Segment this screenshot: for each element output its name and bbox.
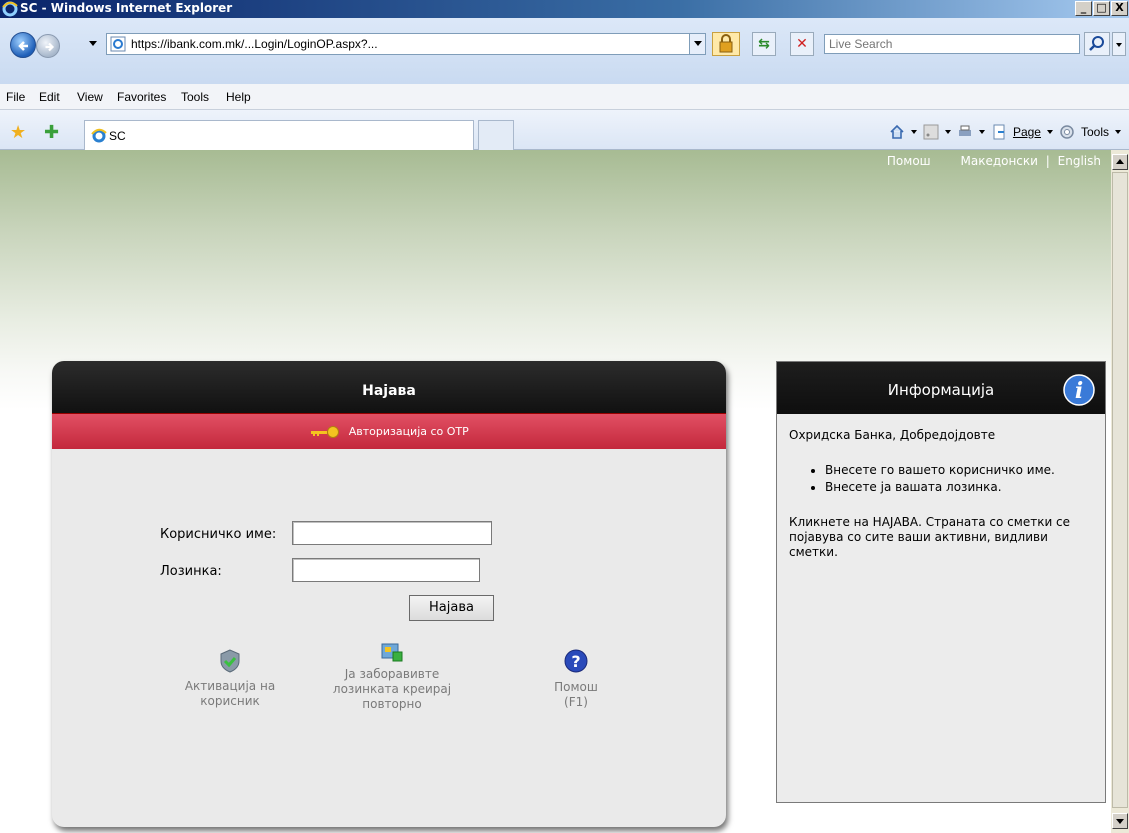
info-panel: Информација i Охридска Банка, Добредојдо… [776,361,1106,803]
minimize-button[interactable]: _ [1075,1,1092,16]
forward-arrow-icon [45,42,55,52]
activation-text-line2: корисник [200,694,260,708]
search-options-dropdown[interactable] [1112,32,1126,56]
address-bar[interactable]: https://ibank.com.mk/...Login/LoginOP.as… [106,33,706,55]
info-header: Информација i [777,362,1105,414]
tools-gear-icon [1059,124,1075,140]
menu-favorites[interactable]: Favorites [117,90,166,104]
maximize-button[interactable]: □ [1093,1,1110,16]
scroll-up-button[interactable] [1112,154,1128,170]
info-bullet: Внесете ја вашата лозинка. [825,480,1093,495]
scroll-thumb[interactable] [1112,172,1128,808]
address-dropdown-button[interactable] [689,34,705,54]
help-text-line2: (F1) [564,695,588,709]
activation-text-line1: Активација на [184,679,276,693]
url-text[interactable]: https://ibank.com.mk/...Login/LoginOP.as… [131,37,681,51]
recent-pages-dropdown[interactable] [89,41,97,46]
forward-button[interactable] [36,34,60,58]
back-arrow-icon [18,41,28,51]
menu-view[interactable]: View [77,90,103,104]
password-input[interactable] [293,559,479,581]
top-links: Помош Македонски | English [861,154,1101,168]
menu-help[interactable]: Help [226,90,251,104]
lock-icon [719,34,733,53]
search-button[interactable] [1084,32,1110,56]
info-footer: Кликнете на НАЈАВА. Страната со сметки с… [789,515,1071,559]
refresh-button[interactable]: ⇆ [752,32,776,56]
home-icon[interactable] [889,124,905,140]
login-panel: Најава Авторизација со OTP Корисничко им… [52,361,726,827]
tools-dropdown-icon[interactable] [1115,130,1121,134]
favorites-star-icon[interactable]: ★ [10,122,26,143]
english-link[interactable]: English [1058,154,1101,168]
help-text-line1: Помош [554,680,598,694]
print-dropdown-icon[interactable] [978,130,985,134]
stop-icon: ✕ [796,36,808,52]
menu-tools[interactable]: Tools [181,90,209,104]
language-separator: | [1045,154,1050,168]
close-window-button[interactable]: X [1111,1,1128,16]
refresh-icon: ⇆ [758,36,770,52]
page-dropdown-icon[interactable] [1046,130,1053,134]
ie-tab-icon [91,128,107,143]
forgot-text-line1: Ја заборавивте [344,667,440,681]
ie-logo-icon [2,1,18,17]
page-icon [991,124,1007,140]
info-title: Информација [887,381,995,399]
otp-label: Авторизација со OTP [348,425,469,438]
username-input[interactable] [293,522,491,544]
search-box[interactable] [824,34,1080,54]
forgot-text-line3: повторно [362,697,422,711]
print-icon[interactable] [957,124,973,140]
menu-bar: File Edit View Favorites Tools Help [0,84,1129,110]
window-title: SC - Windows Internet Explorer [20,1,233,15]
vertical-scrollbar[interactable] [1111,150,1129,833]
macedonian-link[interactable]: Македонски [960,154,1037,168]
home-dropdown-icon[interactable] [910,130,917,134]
stop-button[interactable]: ✕ [790,32,814,56]
page-content: Помош Македонски | English Најава Автори… [0,150,1111,833]
feeds-dropdown-icon[interactable] [944,130,951,134]
forgot-text-line2: лозинката креирај [332,682,452,696]
back-button[interactable] [10,32,36,58]
search-input[interactable] [825,35,1079,53]
window-title-bar: SC - Windows Internet Explorer _ □ X [0,0,1129,18]
otp-authorization-link[interactable]: Авторизација со OTP [52,413,726,449]
svg-text:i: i [1075,378,1083,404]
command-bar: Page Tools [889,124,1121,140]
username-label: Корисничко име: [160,527,277,542]
scroll-down-button[interactable] [1112,813,1128,829]
tab-bar: ★ ✚ SC Page Tools [0,110,1129,150]
add-favorite-icon[interactable]: ✚ [44,122,59,143]
page-ie-icon [110,36,126,52]
help-f1-link[interactable]: ? Помош (F1) [536,648,616,710]
menu-file[interactable]: File [6,90,25,104]
help-link[interactable]: Помош [887,154,931,168]
svg-text:?: ? [571,652,580,671]
key-icon [311,426,340,438]
password-reset-icon [381,643,403,662]
info-list: Внесете го вашето корисничко име. Внесет… [825,463,1093,495]
activate-user-link[interactable]: Активација на корисник [160,649,300,709]
info-bullet: Внесете го вашето корисничко име. [825,463,1093,478]
info-icon: i [1063,374,1095,406]
password-field[interactable] [292,558,480,582]
new-tab-button[interactable] [478,120,514,150]
info-greeting: Охридска Банка, Добредојдовте [789,428,996,442]
tab-sc[interactable]: SC [84,120,474,150]
tools-menu[interactable]: Tools [1081,125,1109,139]
forgot-password-link[interactable]: Ја заборавивте лозинката креирај повторн… [310,641,474,712]
help-question-icon: ? [564,649,588,673]
page-menu[interactable]: Page [1013,125,1041,139]
login-button[interactable]: Најава [409,595,494,621]
feeds-icon[interactable] [923,124,939,140]
password-label: Лозинка: [160,564,222,579]
username-field[interactable] [292,521,492,545]
login-title: Најава [52,361,726,413]
security-lock-button[interactable] [712,32,740,56]
menu-edit[interactable]: Edit [39,90,60,104]
search-icon [1089,36,1104,51]
shield-check-icon [220,649,240,673]
tab-label: SC [109,129,126,143]
